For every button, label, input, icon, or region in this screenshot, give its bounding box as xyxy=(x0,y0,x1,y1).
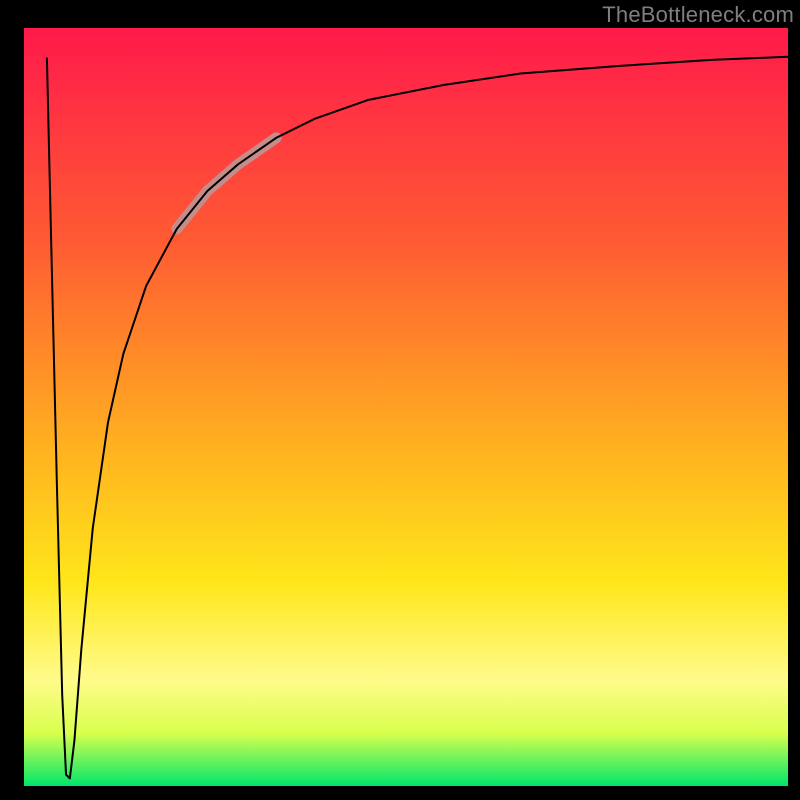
watermark-label: TheBottleneck.com xyxy=(602,2,794,28)
bottleneck-curve-plot xyxy=(0,0,800,800)
chart-stage: TheBottleneck.com xyxy=(0,0,800,800)
